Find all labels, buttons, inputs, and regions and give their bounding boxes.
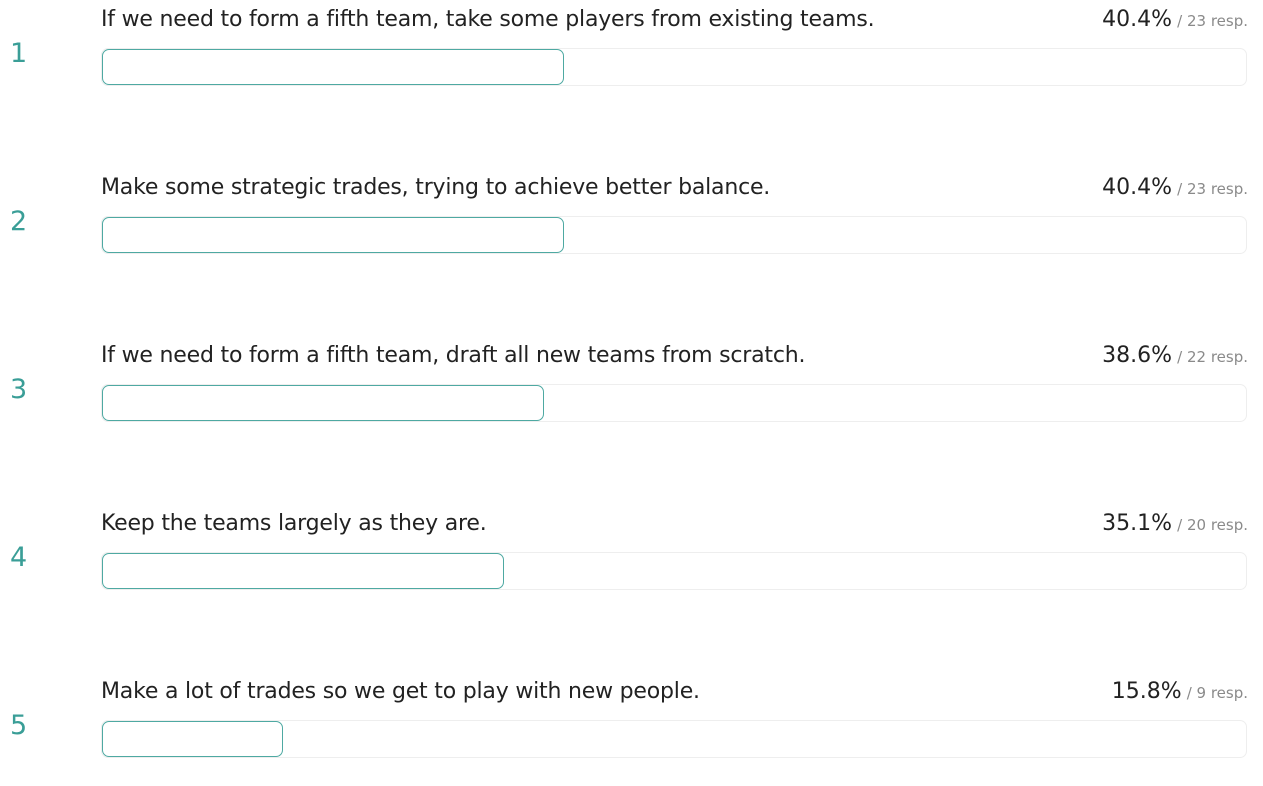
rank-number: 3 <box>10 374 28 405</box>
rank-number: 4 <box>10 542 28 573</box>
response-count: / 23 resp. <box>1177 12 1248 30</box>
bar-fill <box>102 217 565 253</box>
rank-number: 5 <box>10 710 28 741</box>
rank-number: 1 <box>10 38 28 69</box>
percent-value: 38.6% <box>1102 343 1173 368</box>
bar-track <box>101 48 1247 86</box>
bar-track <box>101 216 1247 254</box>
bar-fill <box>102 721 283 757</box>
result-row: 3 If we need to form a fifth team, draft… <box>0 340 1263 450</box>
result-stat: 35.1% / 20 resp. <box>1102 508 1248 541</box>
option-label: Keep the teams largely as they are. <box>101 511 487 536</box>
percent-value: 35.1% <box>1102 511 1173 536</box>
option-label: Make some strategic trades, trying to ac… <box>101 175 771 200</box>
percent-value: 15.8% <box>1111 679 1182 704</box>
result-row: 1 If we need to form a fifth team, take … <box>0 4 1263 114</box>
response-count: / 9 resp. <box>1186 684 1248 702</box>
bar-track <box>101 384 1247 422</box>
response-count: / 20 resp. <box>1177 516 1248 534</box>
option-label: Make a lot of trades so we get to play w… <box>101 679 700 704</box>
option-label: If we need to form a fifth team, take so… <box>101 7 875 32</box>
result-row: 2 Make some strategic trades, trying to … <box>0 172 1263 282</box>
bar-track <box>101 552 1247 590</box>
result-stat: 15.8% / 9 resp. <box>1112 676 1248 709</box>
response-count: / 22 resp. <box>1177 348 1248 366</box>
percent-value: 40.4% <box>1102 7 1173 32</box>
bar-track <box>101 720 1247 758</box>
result-row: 4 Keep the teams largely as they are. 35… <box>0 508 1263 618</box>
result-stat: 40.4% / 23 resp. <box>1102 4 1248 37</box>
bar-fill <box>102 553 504 589</box>
poll-results-chart: 1 If we need to form a fifth team, take … <box>0 0 1263 770</box>
result-stat: 40.4% / 23 resp. <box>1102 172 1248 205</box>
bar-fill <box>102 385 544 421</box>
bar-fill <box>102 49 565 85</box>
result-stat: 38.6% / 22 resp. <box>1102 340 1248 373</box>
option-label: If we need to form a fifth team, draft a… <box>101 343 806 368</box>
percent-value: 40.4% <box>1102 175 1173 200</box>
response-count: / 23 resp. <box>1177 180 1248 198</box>
rank-number: 2 <box>10 206 28 237</box>
